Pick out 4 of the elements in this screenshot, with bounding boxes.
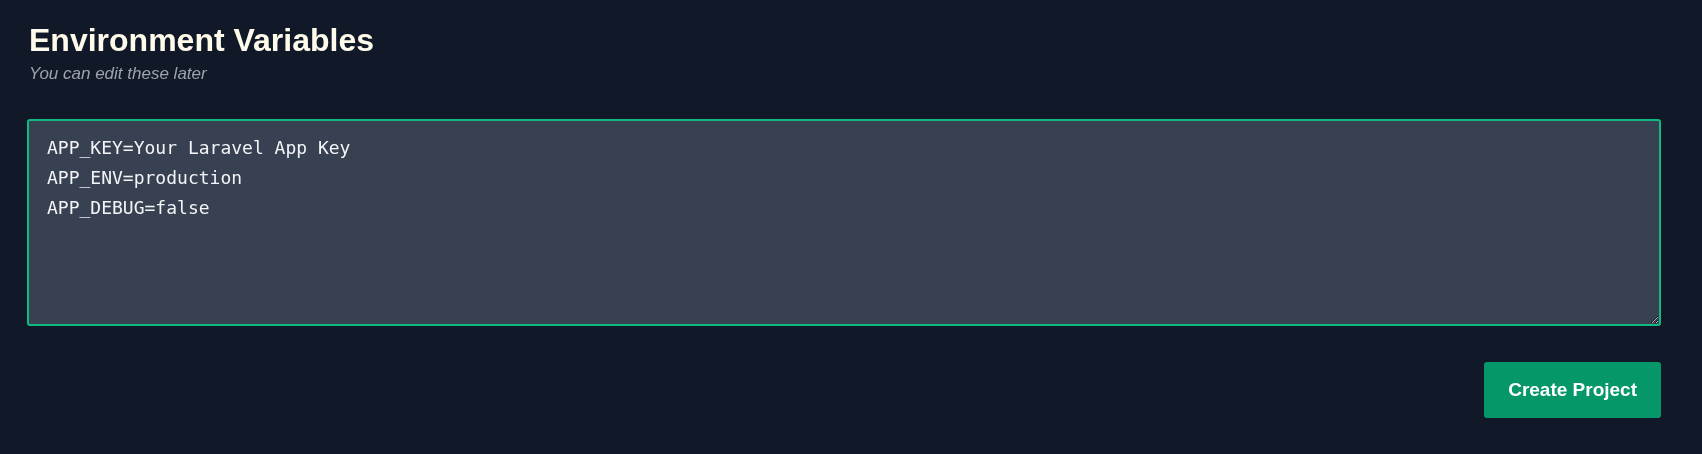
create-project-button[interactable]: Create Project xyxy=(1484,362,1661,418)
section-title: Environment Variables xyxy=(29,21,375,60)
env-variables-field[interactable]: APP_KEY=Your Laravel App Key APP_ENV=production APP_DEBUG=false xyxy=(27,119,1661,326)
section-subtitle: You can edit these later xyxy=(29,63,208,85)
